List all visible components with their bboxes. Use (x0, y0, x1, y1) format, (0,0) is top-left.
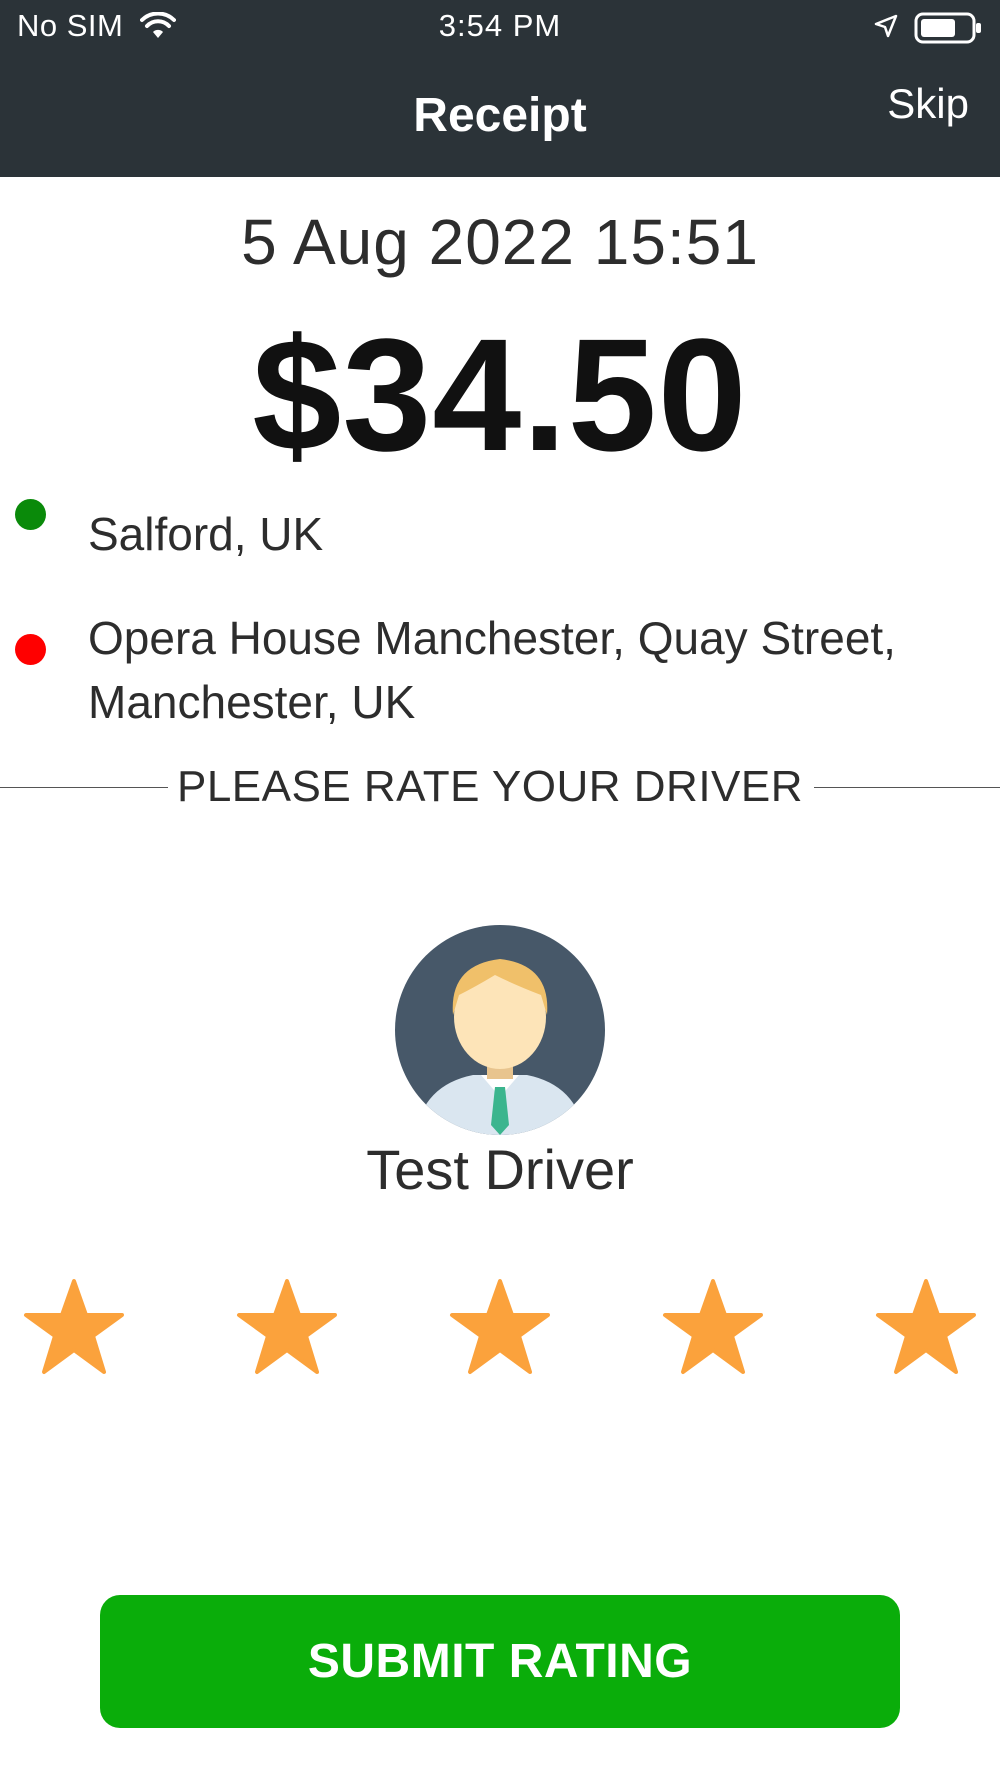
divider-right (814, 787, 1000, 788)
trip-amount: $34.50 (252, 305, 748, 484)
star-icon[interactable] (235, 1277, 339, 1377)
dropoff-address: Opera House Manchester, Quay Street, Man… (88, 612, 896, 728)
header: No SIM 3:54 PM Receipt Skip (0, 0, 1000, 177)
page-title: Receipt (413, 89, 587, 142)
star-icon[interactable] (661, 1277, 765, 1377)
trip-datetime: 5 Aug 2022 15:51 (241, 206, 759, 278)
driver-name: Test Driver (366, 1138, 634, 1201)
submit-rating-button[interactable]: SUBMIT RATING (100, 1595, 900, 1728)
dropoff-dot-icon (15, 634, 46, 665)
status-time: 3:54 PM (438, 8, 562, 43)
pickup-address: Salford, UK (88, 508, 324, 560)
status-bar: No SIM 3:54 PM (0, 0, 1000, 56)
driver-avatar (395, 925, 605, 1135)
location-arrow-icon (874, 14, 898, 43)
star-icon[interactable] (874, 1277, 978, 1377)
battery-icon (914, 12, 984, 49)
skip-button[interactable]: Skip (887, 80, 969, 128)
star-icon[interactable] (448, 1277, 552, 1377)
star-icon[interactable] (22, 1277, 126, 1377)
pickup-dot-icon (15, 499, 46, 530)
